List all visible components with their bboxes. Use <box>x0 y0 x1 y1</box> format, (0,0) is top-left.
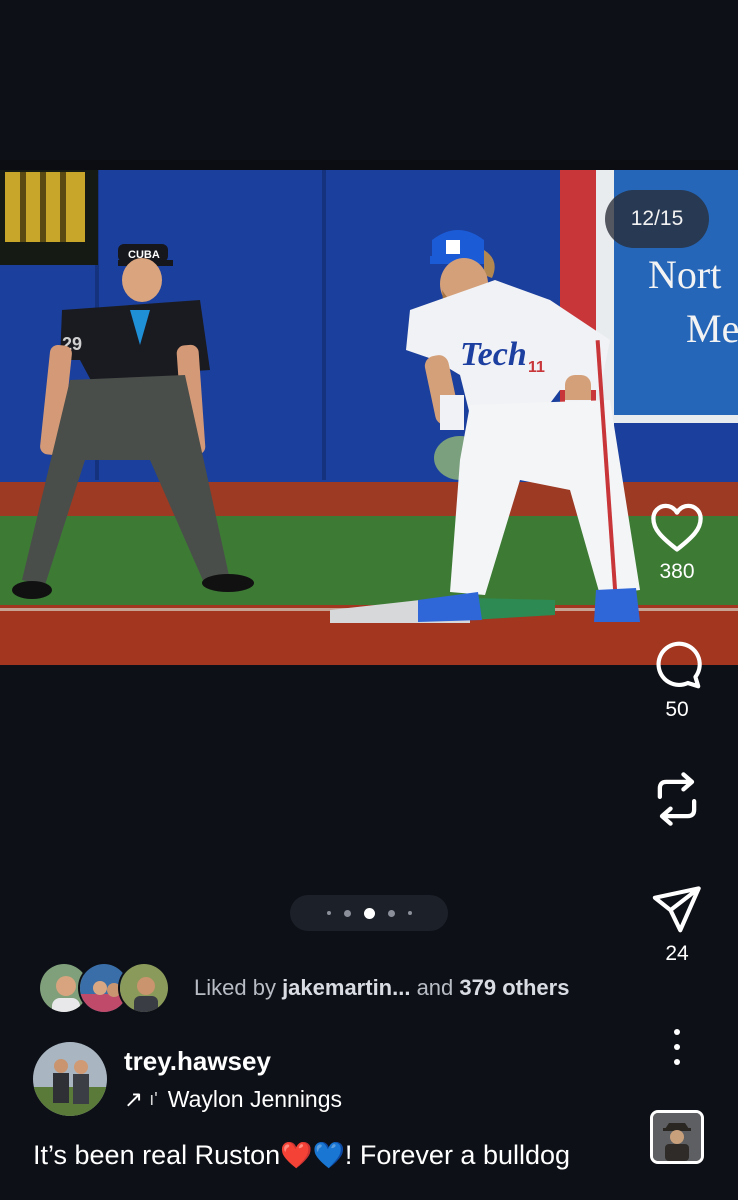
share-action: 24 <box>640 880 714 966</box>
banner-text-2: Me <box>686 306 738 351</box>
like-button[interactable] <box>648 498 706 556</box>
svg-text:Tech: Tech <box>460 336 527 373</box>
heart-icon <box>651 503 703 552</box>
liked-by-others: 379 others <box>459 975 570 1000</box>
send-icon <box>652 886 701 933</box>
comment-action: 50 <box>640 636 714 722</box>
banner-text-1: Nort <box>648 252 721 297</box>
blue-heart-emoji: 💙 <box>312 1140 345 1170</box>
carousel-dot <box>343 909 351 917</box>
repost-button[interactable] <box>648 770 706 828</box>
carousel-dot <box>326 911 331 915</box>
comment-count[interactable]: 50 <box>665 698 688 722</box>
post-caption: It’s been real Ruston❤️💙! Forever a bull… <box>33 1140 570 1171</box>
audio-wave-icon: ı' <box>149 1089 158 1109</box>
share-button[interactable] <box>648 880 706 938</box>
more-options-icon[interactable] <box>662 1025 692 1069</box>
carousel-dots <box>290 895 448 931</box>
share-count[interactable]: 24 <box>665 942 688 966</box>
caption-text: It’s been real Ruston <box>33 1140 281 1170</box>
comment-icon <box>656 641 702 689</box>
avatar[interactable] <box>118 962 170 1014</box>
liked-by-user: jakemartin... <box>282 975 411 1000</box>
like-action: 380 <box>640 498 714 584</box>
red-heart-emoji: ❤️ <box>280 1140 313 1170</box>
repost-icon <box>657 772 697 826</box>
arrow-up-right-icon: ↗ <box>124 1086 144 1112</box>
carousel-dot-active <box>363 907 375 919</box>
repost-action <box>640 770 714 828</box>
caption-text-end: ! Forever a bulldog <box>344 1140 571 1170</box>
audio-row[interactable]: ↗ ı' Waylon Jennings <box>124 1086 342 1113</box>
comment-button[interactable] <box>648 636 706 694</box>
player-number: 11 <box>528 359 545 376</box>
carousel-dot <box>407 911 412 915</box>
author-username[interactable]: trey.hawsey <box>124 1046 271 1077</box>
audio-thumbnail[interactable] <box>650 1110 704 1164</box>
audio-title[interactable]: Waylon Jennings <box>168 1086 342 1113</box>
carousel-dot <box>387 909 395 917</box>
liked-by-text[interactable]: Liked by jakemartin... and 379 others <box>194 975 569 1001</box>
liked-by-row[interactable]: Liked by jakemartin... and 379 others <box>38 962 569 1014</box>
like-count[interactable]: 380 <box>659 560 694 584</box>
author-avatar[interactable] <box>33 1042 107 1116</box>
slide-counter: 12/15 <box>605 190 709 248</box>
